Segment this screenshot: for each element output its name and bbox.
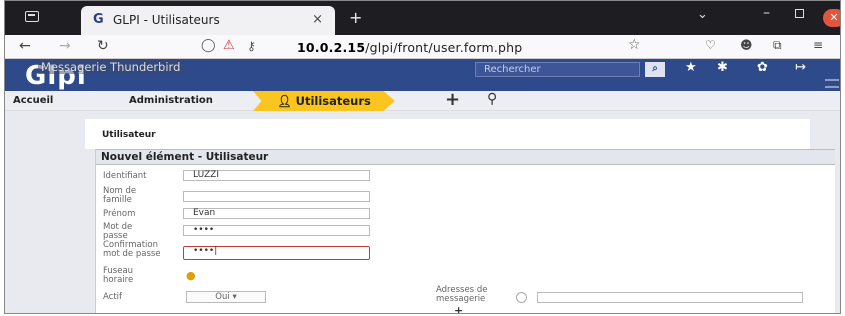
form-header: Nouvel élément - Utilisateur (96, 149, 835, 165)
bookmark-star-icon[interactable]: ☆ (628, 37, 641, 53)
firstname-label: Prénom (103, 209, 136, 219)
insecure-connection-icon[interactable]: ⚠ (223, 38, 235, 53)
login-field[interactable]: LUZZI (183, 170, 370, 181)
browser-tab[interactable]: G GLPI - Utilisateurs × (81, 6, 335, 35)
user-form: Nouvel élément - Utilisateur Identifiant… (95, 149, 835, 313)
extensions-icon[interactable]: ⧉ (773, 38, 782, 53)
firstname-field[interactable]: Evan (183, 208, 370, 219)
tab-bar: G GLPI - Utilisateurs × + ⌄ – ✕ (5, 1, 840, 35)
breadcrumb-home[interactable]: Accueil (13, 95, 53, 106)
lastname-label: Nom de famille (103, 186, 137, 205)
password-confirm-field[interactable]: ••••| (183, 246, 370, 260)
list-tabs-icon[interactable]: ⌄ (697, 7, 708, 22)
browser-window: G GLPI - Utilisateurs × + ⌄ – ✕ ← → ↻ ◯ … (4, 0, 841, 314)
default-email-radio[interactable] (516, 292, 527, 303)
pocket-icon[interactable]: ♡ (705, 38, 716, 52)
password-label: Mot de passe (103, 222, 133, 241)
minimize-icon[interactable]: – (763, 5, 770, 21)
search-list-icon[interactable]: ⚲ (487, 91, 497, 107)
form-title: Nouvel élément - Utilisateur (101, 151, 269, 163)
forward-icon[interactable]: → (59, 38, 71, 54)
tab-header: Utilisateur (85, 119, 810, 149)
account-icon[interactable]: ☻ (740, 38, 753, 52)
lastname-field[interactable] (183, 191, 370, 202)
login-label: Identifiant (103, 171, 147, 181)
breadcrumb-administration[interactable]: Administration (129, 95, 213, 106)
breadcrumb-current-label: Utilisateurs (295, 94, 371, 108)
user-icon: 👤︎ (277, 94, 296, 108)
close-window-icon[interactable]: ✕ (823, 9, 840, 27)
add-email-icon[interactable]: + (454, 304, 463, 313)
breadcrumb-current[interactable]: 👤︎ Utilisateurs (253, 91, 395, 111)
password-field[interactable]: •••• (183, 225, 370, 236)
app-menu-icon[interactable]: ≡ (813, 38, 823, 52)
search-placeholder: Rechercher (484, 64, 541, 75)
bookmark-icon[interactable]: ★ (685, 60, 697, 75)
tab-title: GLPI - Utilisateurs (113, 13, 220, 27)
timezone-label: Fuseau horaire (103, 266, 134, 285)
tab-utilisateur[interactable]: Utilisateur (102, 130, 156, 140)
debug-bug-icon[interactable]: ✱ (717, 60, 728, 75)
navigation-bar: ← → ↻ ◯ ⚠ ⚷ 10.0.2.15/glpi/front/user.fo… (5, 35, 840, 59)
permissions-key-icon[interactable]: ⚷ (247, 39, 256, 53)
password-confirm-label: Confirmation mot de passe (103, 240, 161, 259)
main-content: Utilisateur Nouvel élément - Utilisateur… (5, 111, 840, 313)
tab-overview-icon[interactable] (25, 11, 39, 22)
timezone-warning-icon: ● (186, 269, 196, 282)
url-bar[interactable]: ◯ ⚠ ⚷ 10.0.2.15/glpi/front/user.form.php (201, 38, 641, 56)
back-icon[interactable]: ← (19, 38, 31, 54)
chevron-down-icon: ▾ (232, 292, 237, 302)
global-search-input[interactable]: Rechercher (475, 62, 640, 77)
new-tab-icon[interactable]: + (349, 8, 362, 27)
glpi-header: Glpi Messagerie Thunderbird Rechercher ⌕… (5, 59, 840, 91)
maximize-icon[interactable] (795, 9, 804, 18)
preferences-gear-icon[interactable]: ✿ (757, 60, 768, 75)
url-text: 10.0.2.15/glpi/front/user.form.php (297, 40, 523, 55)
active-select[interactable]: Oui ▾ (186, 291, 266, 303)
logout-icon[interactable]: ↦ (795, 60, 806, 75)
active-label: Actif (103, 292, 123, 302)
email-field[interactable] (537, 292, 803, 303)
search-icon[interactable]: ⌕ (645, 62, 665, 77)
close-tab-icon[interactable]: × (312, 12, 323, 27)
thunderbird-tooltip: Messagerie Thunderbird (38, 60, 184, 74)
breadcrumb: Accueil Administration 👤︎ Utilisateurs +… (5, 89, 840, 111)
tracking-shield-icon[interactable]: ◯ (201, 38, 216, 53)
main-menu-icon[interactable] (825, 79, 839, 88)
add-icon[interactable]: + (445, 89, 460, 110)
glpi-favicon-icon: G (93, 12, 104, 27)
active-value: Oui (215, 292, 230, 302)
email-label: Adresses de messagerie (436, 285, 488, 304)
reload-icon[interactable]: ↻ (97, 38, 109, 54)
